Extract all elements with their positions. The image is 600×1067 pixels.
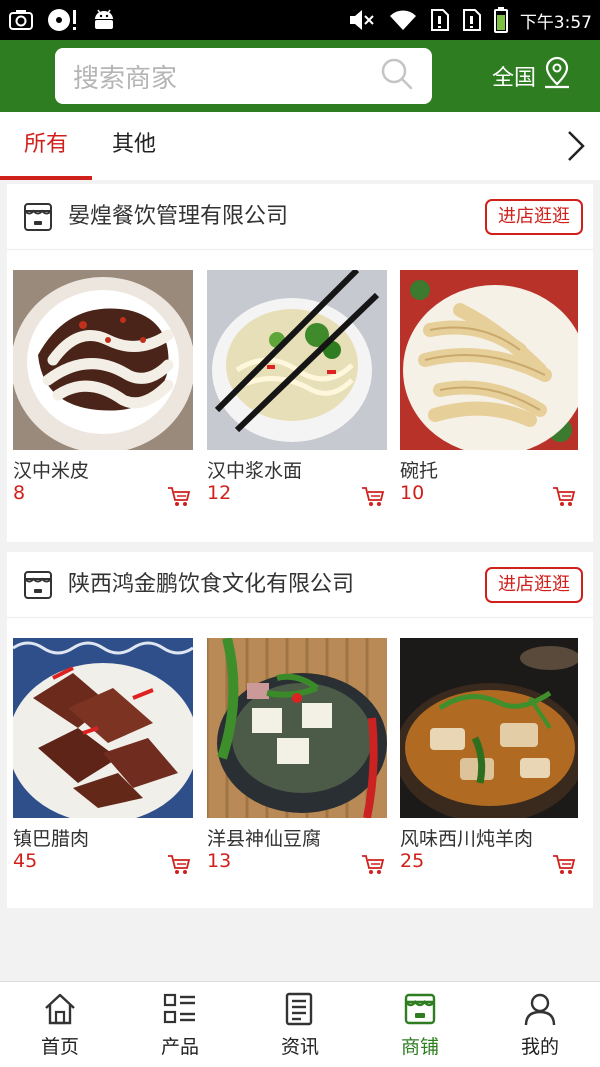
region-label: 全国 (492, 66, 537, 91)
nav-mine[interactable]: 我的 (480, 982, 600, 1067)
shop-header[interactable]: 陕西鸿金鹏饮食文化有限公司 进店逛逛 (7, 552, 593, 618)
search-icon[interactable] (380, 57, 414, 95)
nav-label: 商铺 (400, 1036, 439, 1058)
sim1-icon (430, 8, 450, 32)
home-icon (43, 992, 77, 1026)
nav-label: 资讯 (280, 1036, 319, 1058)
product-price: 45 (13, 850, 38, 872)
nav-label: 产品 (160, 1036, 199, 1058)
nav-home[interactable]: 首页 (0, 982, 120, 1067)
nav-label: 我的 (520, 1036, 559, 1058)
shop-card: 陕西鸿金鹏饮食文化有限公司 进店逛逛 镇巴腊肉 45 洋县神仙豆腐 13 风味西… (7, 552, 593, 908)
visit-shop-button[interactable]: 进店逛逛 (485, 199, 583, 235)
search-input[interactable]: 搜索商家 (55, 48, 432, 104)
status-bar: 下午3:57 (0, 0, 600, 40)
product-item[interactable]: 风味西川炖羊肉 25 (400, 638, 578, 888)
cart-icon[interactable] (361, 486, 385, 508)
storefront-icon (23, 570, 53, 600)
wifi-icon (388, 8, 418, 32)
shop-card: 晏煌餐饮管理有限公司 进店逛逛 汉中米皮 8 汉中浆水面 12 碗托 10 (7, 184, 593, 542)
product-name: 镇巴腊肉 (13, 828, 90, 850)
cart-icon[interactable] (552, 854, 576, 876)
product-price: 8 (13, 482, 26, 504)
status-time: 下午3:57 (519, 12, 592, 33)
product-name: 汉中米皮 (13, 460, 90, 482)
chevron-right-icon[interactable] (564, 129, 588, 163)
product-item[interactable]: 洋县神仙豆腐 13 (207, 638, 387, 888)
product-price: 12 (207, 482, 232, 504)
app-header: 搜索商家 全国 (0, 40, 600, 112)
shop-name: 晏煌餐饮管理有限公司 (68, 204, 289, 229)
sim2-icon (462, 8, 482, 32)
status-right-icons: 下午3:57 (348, 7, 592, 33)
user-icon (523, 992, 557, 1026)
product-price: 10 (400, 482, 425, 504)
product-list: 汉中米皮 8 汉中浆水面 12 碗托 10 (7, 270, 593, 520)
products-icon (163, 992, 197, 1026)
nav-news[interactable]: 资讯 (240, 982, 360, 1067)
product-name: 汉中浆水面 (207, 460, 303, 482)
nav-products[interactable]: 产品 (120, 982, 240, 1067)
region-selector[interactable]: 全国 (492, 54, 572, 98)
product-name: 风味西川炖羊肉 (400, 828, 534, 850)
nav-shops[interactable]: 商铺 (360, 982, 480, 1067)
status-left-icons (8, 7, 116, 33)
screenshot-icon (8, 9, 34, 31)
product-image[interactable] (13, 270, 193, 450)
cart-icon[interactable] (167, 854, 191, 876)
shop-icon (403, 992, 437, 1026)
tab-all[interactable]: 所有 (0, 112, 92, 180)
shop-header[interactable]: 晏煌餐饮管理有限公司 进店逛逛 (7, 184, 593, 250)
product-name: 洋县神仙豆腐 (207, 828, 322, 850)
search-placeholder: 搜索商家 (73, 63, 178, 94)
visit-shop-button[interactable]: 进店逛逛 (485, 567, 583, 603)
product-item[interactable]: 碗托 10 (400, 270, 578, 520)
location-pin-icon (542, 56, 572, 96)
cart-icon[interactable] (552, 486, 576, 508)
product-image[interactable] (400, 270, 578, 450)
nav-label: 首页 (40, 1036, 79, 1058)
product-price: 13 (207, 850, 232, 872)
android-icon (92, 9, 116, 31)
product-list: 镇巴腊肉 45 洋县神仙豆腐 13 风味西川炖羊肉 25 (7, 638, 593, 888)
media-icon (46, 7, 80, 33)
mute-icon (348, 8, 376, 32)
tab-other[interactable]: 其他 (112, 112, 156, 180)
product-price: 25 (400, 850, 425, 872)
product-image[interactable] (207, 638, 387, 818)
bottom-navigation: 首页 产品 资讯 商铺 我的 (0, 981, 600, 1067)
cart-icon[interactable] (167, 486, 191, 508)
product-image[interactable] (13, 638, 193, 818)
product-item[interactable]: 镇巴腊肉 45 (13, 638, 193, 888)
battery-icon (493, 7, 508, 33)
cart-icon[interactable] (361, 854, 385, 876)
category-tabs: 所有 其他 (0, 112, 600, 180)
news-icon (283, 992, 317, 1026)
product-item[interactable]: 汉中米皮 8 (13, 270, 193, 520)
product-image[interactable] (400, 638, 578, 818)
product-image[interactable] (207, 270, 387, 450)
product-name: 碗托 (400, 460, 439, 482)
storefront-icon (23, 202, 53, 232)
product-item[interactable]: 汉中浆水面 12 (207, 270, 387, 520)
shop-name: 陕西鸿金鹏饮食文化有限公司 (68, 572, 355, 597)
